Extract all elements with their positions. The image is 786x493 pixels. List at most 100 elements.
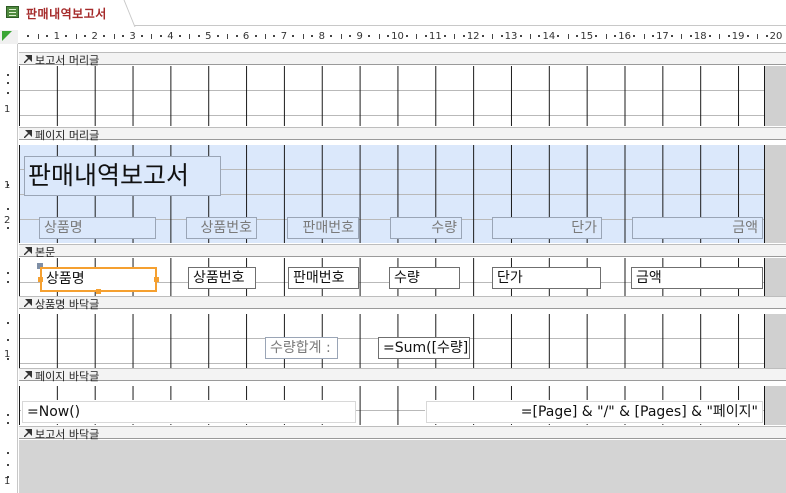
ruler-tick <box>538 35 541 37</box>
group-footer-band[interactable]: 수량합계 : =Sum([수량]) <box>19 314 786 369</box>
ruler-corner-selector[interactable] <box>0 30 18 44</box>
ruler-tick <box>719 34 721 39</box>
ruler-tick <box>492 34 494 39</box>
ruler-tick <box>405 35 408 37</box>
horizontal-ruler[interactable]: 1 2 3 4 5 6 7 8 9 10 11 12 13 14 15 16 17 18 19 20 <box>18 30 786 44</box>
ruler-mark: 8 <box>318 31 325 42</box>
ruler-tick <box>567 34 569 39</box>
ruler-tick <box>481 35 484 37</box>
section-arrow-icon <box>24 130 32 138</box>
report-header-bar[interactable]: 보고서 머리글 <box>19 52 786 67</box>
product-name-header-label[interactable]: 상품명 <box>39 217 156 239</box>
ruler-mark: 1 <box>53 31 61 42</box>
page-number-field[interactable]: =[Page] & "/" & [Pages] & "페이지" <box>426 401 763 423</box>
quantity-field[interactable]: 수량 <box>389 267 460 289</box>
ruler-tick <box>765 35 768 37</box>
report-icon <box>6 6 19 18</box>
ruler-tick <box>7 464 9 466</box>
report-footer-bar[interactable]: 보고서 바닥글 <box>19 426 786 441</box>
ruler-tick <box>454 34 456 39</box>
ruler-tick <box>84 35 87 37</box>
ruler-tick <box>178 35 181 37</box>
ruler-tick <box>37 34 39 39</box>
vertical-ruler[interactable]: 1 1 2 1 1 <box>0 44 18 493</box>
now-field[interactable]: =Now() <box>22 401 356 423</box>
report-title-label[interactable]: 판매내역보고서 <box>24 156 221 196</box>
ruler-tick <box>227 34 229 39</box>
quantity-total-label[interactable]: 수량합계 : <box>265 337 338 359</box>
resize-handle[interactable] <box>154 277 159 282</box>
amount-header-label[interactable]: 금액 <box>632 217 763 239</box>
ruler-tick <box>7 208 9 210</box>
ruler-tick <box>670 35 673 37</box>
ruler-tick <box>7 74 9 76</box>
ruler-tick <box>65 35 68 37</box>
ruler-tick <box>614 35 617 37</box>
ruler-tick <box>103 35 106 37</box>
select-report-icon <box>2 31 12 41</box>
product-number-field[interactable]: 상품번호 <box>188 267 256 289</box>
ruler-tick <box>113 34 115 39</box>
ruler-tick <box>159 35 162 37</box>
ruler-tick <box>46 35 49 37</box>
ruler-tick <box>519 35 522 37</box>
ruler-mark: 16 <box>618 31 631 42</box>
ruler-tick <box>633 35 636 37</box>
ruler-tick <box>7 339 9 341</box>
ruler-tick <box>7 414 9 416</box>
ruler-tick <box>340 34 342 39</box>
page-header-band[interactable]: 판매내역보고서 상품명 상품번호 판매번호 수량 단가 금액 <box>19 145 786 243</box>
amount-field[interactable]: 금액 <box>631 267 763 289</box>
ruler-tick <box>529 34 531 39</box>
ruler-tick <box>311 35 314 37</box>
ruler-tick <box>254 35 257 37</box>
report-footer-band[interactable] <box>19 440 786 493</box>
report-tab-title: 판매내역보고서 <box>26 7 107 21</box>
group-footer-bar[interactable]: 상품명 바닥글 <box>19 296 786 311</box>
ruler-tick <box>27 35 30 37</box>
ruler-mark: 11 <box>428 31 442 42</box>
unit-price-field[interactable]: 단가 <box>492 267 601 289</box>
section-arrow-icon <box>24 429 32 437</box>
ruler-tick <box>349 35 352 37</box>
resize-handle[interactable] <box>38 277 43 282</box>
unit-price-header-label[interactable]: 단가 <box>492 217 602 239</box>
page-footer-bar[interactable]: 페이지 바닥글 <box>19 368 786 383</box>
sale-number-field[interactable]: 판매번호 <box>288 267 359 289</box>
ruler-tick <box>7 281 9 283</box>
ruler-tick <box>689 35 692 37</box>
ruler-tick <box>387 35 390 37</box>
resize-handle[interactable] <box>96 289 101 294</box>
ruler-tick <box>75 34 77 39</box>
ruler-mark: 2 <box>4 215 11 226</box>
page-header-bar[interactable]: 페이지 머리글 <box>19 127 786 142</box>
ruler-tick <box>7 422 9 424</box>
quantity-total-field[interactable]: =Sum([수량]) <box>378 337 470 359</box>
quantity-header-label[interactable]: 수량 <box>390 217 462 239</box>
ruler-tick <box>122 35 125 37</box>
ruler-mark: 4 <box>167 31 174 42</box>
ruler-tick <box>7 227 9 229</box>
ruler-tick <box>746 35 749 37</box>
sale-number-header-label[interactable]: 판매번호 <box>287 217 359 239</box>
ruler-mark: 2 <box>91 31 98 42</box>
ruler-mark: 5 <box>205 31 212 42</box>
ruler-tick <box>378 34 380 39</box>
ruler-tick <box>330 35 333 37</box>
ruler-tick <box>727 35 730 37</box>
ruler-mark: 1 <box>4 180 11 191</box>
ruler-tick <box>708 35 711 37</box>
ruler-tick <box>500 35 503 37</box>
ruler-tick <box>216 35 219 37</box>
detail-bar[interactable]: 본문 <box>19 244 786 259</box>
report-header-band[interactable] <box>19 66 786 126</box>
ruler-tick <box>595 35 598 37</box>
report-tab[interactable]: 판매내역보고서 <box>0 0 122 27</box>
product-number-header-label[interactable]: 상품번호 <box>186 217 257 239</box>
detail-band[interactable]: 상품명 상품번호 판매번호 수량 단가 금액 <box>19 258 786 296</box>
ruler-mark: 12 <box>466 31 480 42</box>
page-footer-band[interactable]: =Now() =[Page] & "/" & [Pages] & "페이지" <box>19 386 786 425</box>
ruler-mark: 10 <box>391 31 404 42</box>
ruler-tick <box>443 35 446 37</box>
ruler-mark: 1 <box>4 476 11 487</box>
